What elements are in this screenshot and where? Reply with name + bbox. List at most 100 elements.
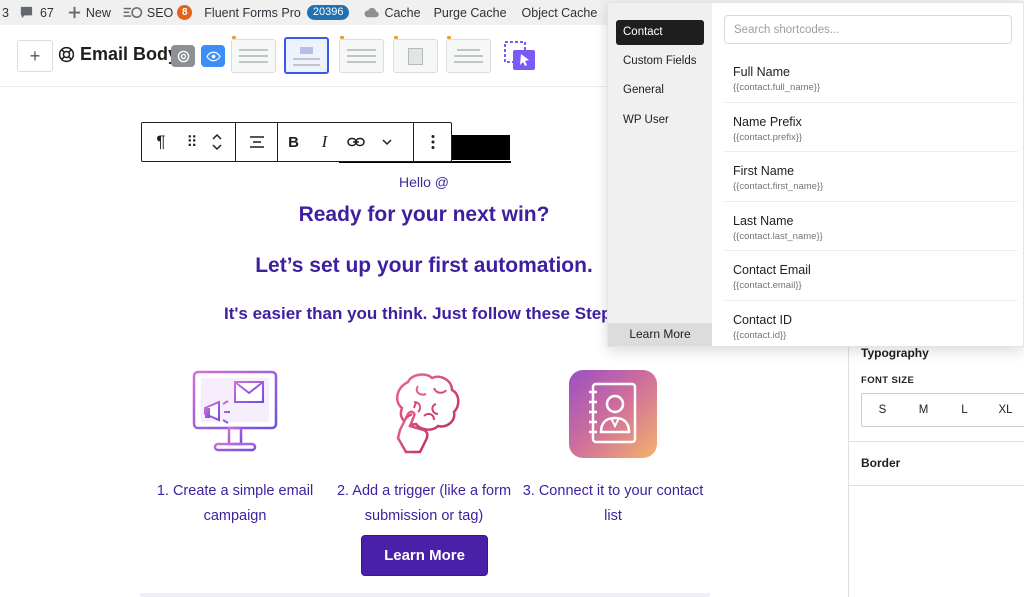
template-thumb-1[interactable] — [231, 36, 276, 73]
admin-bar-seo[interactable]: SEO 8 — [123, 0, 193, 25]
border-section-title[interactable]: Border — [861, 456, 900, 470]
shortcode-categories: Contact Custom Fields General WP User Le… — [608, 3, 712, 346]
shortcode-list: Full Name {{contact.full_name}} Name Pre… — [724, 53, 1018, 350]
shortcode-code: {{contact.last_name}} — [733, 230, 823, 242]
brain-touch-icon — [395, 373, 460, 454]
admin-bar-new[interactable]: New — [67, 0, 111, 25]
template-thumb-dot — [340, 36, 344, 39]
shortcode-item[interactable]: Contact Email {{contact.email}} — [724, 251, 1018, 301]
shortcode-item[interactable]: Last Name {{contact.last_name}} — [724, 202, 1018, 251]
chevron-up-down-icon — [212, 133, 222, 151]
font-size-s[interactable]: S — [862, 404, 903, 416]
category-wp-user[interactable]: WP User — [616, 108, 704, 133]
settings-divider — [849, 441, 1024, 442]
block-options-button[interactable] — [414, 123, 451, 161]
template-thumb-3[interactable] — [339, 36, 384, 73]
block-toolbar-group-4 — [414, 123, 451, 161]
thumb-line — [454, 61, 483, 63]
thumb-note — [408, 48, 423, 65]
thumb-line — [239, 49, 268, 51]
template-thumb-dot — [394, 36, 398, 39]
step-3: 3. Connect it to your contact list — [518, 368, 708, 529]
align-button[interactable] — [236, 123, 277, 161]
email-body-title-wrap: Email Body — [58, 44, 178, 65]
font-size-label: FONT SIZE — [861, 375, 915, 386]
thumb-image — [300, 47, 313, 54]
add-block-button[interactable]: + — [17, 40, 53, 72]
shortcode-name: Name Prefix — [733, 114, 802, 129]
shortcode-item[interactable]: Name Prefix {{contact.prefix}} — [724, 103, 1018, 152]
category-custom-fields[interactable]: Custom Fields — [616, 49, 704, 74]
shortcode-popover: Contact Custom Fields General WP User Le… — [607, 2, 1024, 347]
thumb-line — [239, 61, 268, 63]
thumb-line — [454, 55, 483, 57]
at-icon — [177, 50, 189, 62]
seo-badge: 8 — [177, 5, 193, 20]
more-formats-button[interactable] — [371, 123, 402, 161]
font-size-m[interactable]: M — [903, 404, 944, 416]
settings-divider — [849, 485, 1024, 486]
monitor-email-icon — [192, 370, 278, 452]
admin-bar-count[interactable]: 3 — [2, 0, 9, 25]
shortcode-name: Full Name — [733, 65, 790, 79]
admin-bar-object-cache[interactable]: Object Cache — [522, 0, 598, 25]
font-size-l[interactable]: L — [944, 404, 985, 416]
admin-bar-fluent-forms[interactable]: Fluent Forms Pro 20396 — [204, 0, 350, 25]
template-thumb-dot — [447, 36, 451, 39]
step-2-text: 2. Add a trigger (like a form submission… — [336, 483, 512, 524]
step-2: 2. Add a trigger (like a form submission… — [329, 368, 519, 529]
admin-bar-comments[interactable]: 67 — [19, 0, 54, 25]
shortcode-code: {{contact.full_name}} — [733, 82, 821, 93]
drag-handle[interactable]: ⠿ — [180, 123, 204, 161]
move-up-down-button[interactable] — [204, 123, 230, 161]
block-toolbar-group-1: ¶ ⠿ — [142, 123, 236, 161]
shortcode-name: Contact Email — [733, 263, 811, 277]
admin-bar-cache[interactable]: Cache — [363, 0, 421, 25]
chevron-down-icon — [381, 139, 392, 146]
shortcode-name: Contact ID — [733, 312, 793, 327]
comment-icon — [20, 6, 33, 19]
drag-select-icon[interactable] — [503, 40, 539, 72]
shortcode-name: First Name — [733, 164, 795, 178]
admin-bar-comments-count: 67 — [39, 5, 54, 20]
admin-bar-purge-cache[interactable]: Purge Cache — [434, 0, 507, 25]
shortcode-toggle-button[interactable] — [171, 45, 195, 67]
block-toolbar: ¶ ⠿ B I — [141, 122, 452, 162]
italic-button[interactable]: I — [309, 123, 340, 161]
shortcode-item[interactable]: First Name {{contact.first_name}} — [724, 152, 1018, 202]
template-thumb-4[interactable] — [393, 36, 438, 73]
category-general[interactable]: General — [616, 78, 704, 103]
header-logo-block[interactable] — [452, 135, 510, 160]
thumb-line — [457, 49, 480, 51]
font-size-picker: S M L XL — [861, 393, 1024, 427]
link-button[interactable] — [340, 123, 371, 161]
fluent-forms-badge: 20396 — [306, 5, 350, 20]
learn-more-button[interactable]: Learn More — [361, 535, 488, 576]
plus-icon — [68, 6, 80, 19]
shortcode-name: Last Name — [733, 213, 794, 228]
add-block-label: + — [29, 45, 41, 66]
bold-button[interactable]: B — [278, 123, 309, 161]
admin-bar-purge-cache-label: Purge Cache — [433, 5, 507, 20]
seo-icon — [123, 7, 143, 18]
template-thumb-2[interactable] — [284, 37, 329, 74]
shortcode-item[interactable]: Contact ID {{contact.id}} — [724, 301, 1018, 351]
admin-bar-count-label: 3 — [2, 5, 9, 20]
shortcodes-learn-more[interactable]: Learn More — [608, 323, 712, 346]
preview-button[interactable] — [201, 45, 225, 67]
font-size-xl[interactable]: XL — [985, 404, 1024, 416]
contact-book-icon — [569, 370, 657, 458]
shortcode-code: {{contact.id}} — [733, 329, 787, 341]
template-thumb-5[interactable] — [446, 36, 491, 73]
paragraph-icon: ¶ — [156, 132, 166, 151]
thumb-line — [347, 49, 376, 51]
drag-icon: ⠿ — [186, 134, 198, 151]
step-1: 1. Create a simple email campaign — [140, 368, 330, 529]
step-3-text: 3. Connect it to your contact list — [522, 483, 704, 524]
shortcode-item[interactable]: Full Name {{contact.full_name}} — [724, 53, 1018, 103]
paragraph-block-button[interactable]: ¶ — [142, 123, 180, 161]
bold-label: B — [288, 133, 299, 151]
shortcode-search-input[interactable] — [724, 15, 1012, 44]
category-contact[interactable]: Contact — [616, 20, 704, 45]
thumb-line — [293, 64, 320, 66]
